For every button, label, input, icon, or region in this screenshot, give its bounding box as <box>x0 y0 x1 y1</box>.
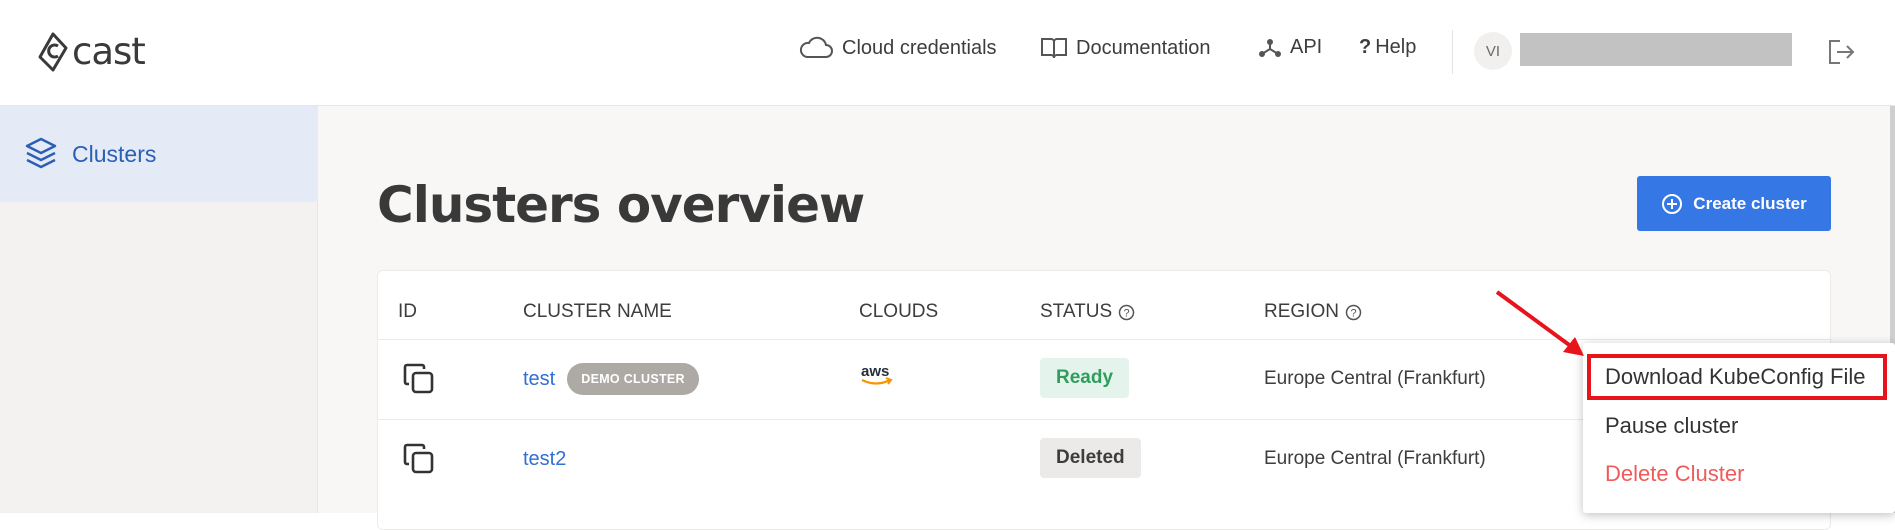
plus-circle-icon <box>1662 193 1683 214</box>
cast-logo-icon <box>38 32 68 71</box>
cloud-icon <box>799 36 833 58</box>
nav-help[interactable]: ? Help <box>1359 36 1416 59</box>
nav-label: API <box>1290 36 1323 58</box>
cluster-name-cell: test2 <box>523 441 566 477</box>
nav-label: Help <box>1375 36 1417 58</box>
cluster-name-link[interactable]: test <box>523 368 555 391</box>
user-name-redacted <box>1520 33 1792 66</box>
sidebar-item-clusters[interactable]: Clusters <box>0 106 318 202</box>
column-header-label: CLOUDS <box>859 301 939 322</box>
status-cell: Ready <box>1040 358 1130 398</box>
aws-logo-text: aws <box>861 363 889 380</box>
logout-icon <box>1829 40 1855 64</box>
create-cluster-button[interactable]: Create cluster <box>1637 176 1831 231</box>
nav-cloud-credentials[interactable]: Cloud credentials <box>798 36 997 60</box>
avatar[interactable]: VI <box>1474 32 1512 70</box>
api-nodes-icon <box>1259 38 1281 57</box>
column-header-label: CLUSTER NAME <box>523 301 672 322</box>
status-badge-deleted: Deleted <box>1040 438 1141 478</box>
column-header-clouds: CLOUDS <box>859 301 938 323</box>
cluster-actions-menu: Download KubeConfig File Pause cluster D… <box>1583 343 1895 513</box>
create-cluster-label: Create cluster <box>1693 193 1807 213</box>
logo-text: cast <box>72 30 146 73</box>
menu-item-label: Delete Cluster <box>1605 461 1745 486</box>
copy-icon <box>403 363 434 394</box>
copy-id-button[interactable] <box>402 442 436 476</box>
column-header-id: ID <box>398 301 417 323</box>
column-header-region: REGION ? <box>1264 301 1362 323</box>
column-header-label: REGION <box>1264 301 1339 322</box>
page-title: Clusters overview <box>377 176 865 234</box>
nav-divider <box>1452 30 1453 74</box>
logout-button[interactable] <box>1826 38 1856 71</box>
demo-cluster-badge: DEMO CLUSTER <box>567 363 699 395</box>
aws-logo-icon: aws <box>861 363 893 385</box>
column-header-status: STATUS ? <box>1040 301 1135 323</box>
layers-icon <box>25 137 57 169</box>
info-icon[interactable]: ? <box>1118 304 1135 321</box>
column-header-cluster-name: CLUSTER NAME <box>523 301 672 323</box>
nav-label: Cloud credentials <box>842 36 997 59</box>
book-icon <box>1041 38 1067 59</box>
cloud-cell: aws <box>859 362 895 388</box>
sidebar-item-label: Clusters <box>72 140 157 167</box>
menu-item-label: Pause cluster <box>1605 413 1739 438</box>
cluster-name-cell: test DEMO CLUSTER <box>523 361 699 397</box>
copy-icon <box>403 443 434 474</box>
region-text: Europe Central (Frankfurt) <box>1264 448 1486 469</box>
top-bar: cast Cloud credentials Documentation API… <box>0 0 1895 106</box>
column-header-label: STATUS <box>1040 301 1113 322</box>
menu-item-pause-cluster[interactable]: Pause cluster <box>1583 404 1895 448</box>
menu-item-download-kubeconfig[interactable]: Download KubeConfig File <box>1583 355 1895 399</box>
menu-item-delete-cluster[interactable]: Delete Cluster <box>1583 452 1895 496</box>
nav-label: Documentation <box>1076 36 1211 59</box>
copy-id-button[interactable] <box>402 362 436 396</box>
column-header-label: ID <box>398 301 417 322</box>
question-mark-icon: ? <box>1359 36 1372 58</box>
menu-item-label: Download KubeConfig File <box>1605 364 1866 389</box>
region-cell: Europe Central (Frankfurt) <box>1264 448 1486 470</box>
info-icon[interactable]: ? <box>1345 304 1362 321</box>
svg-text:?: ? <box>1124 307 1130 319</box>
cluster-name-link[interactable]: test2 <box>523 448 566 471</box>
nav-documentation[interactable]: Documentation <box>1040 36 1211 60</box>
region-cell: Europe Central (Frankfurt) <box>1264 368 1486 390</box>
region-text: Europe Central (Frankfurt) <box>1264 368 1486 389</box>
nav-api[interactable]: API <box>1258 36 1322 59</box>
status-cell: Deleted <box>1040 438 1141 478</box>
svg-text:?: ? <box>1350 307 1356 319</box>
sidebar: Clusters <box>0 106 318 513</box>
status-badge-ready: Ready <box>1040 358 1130 398</box>
logo[interactable]: cast <box>36 30 146 73</box>
